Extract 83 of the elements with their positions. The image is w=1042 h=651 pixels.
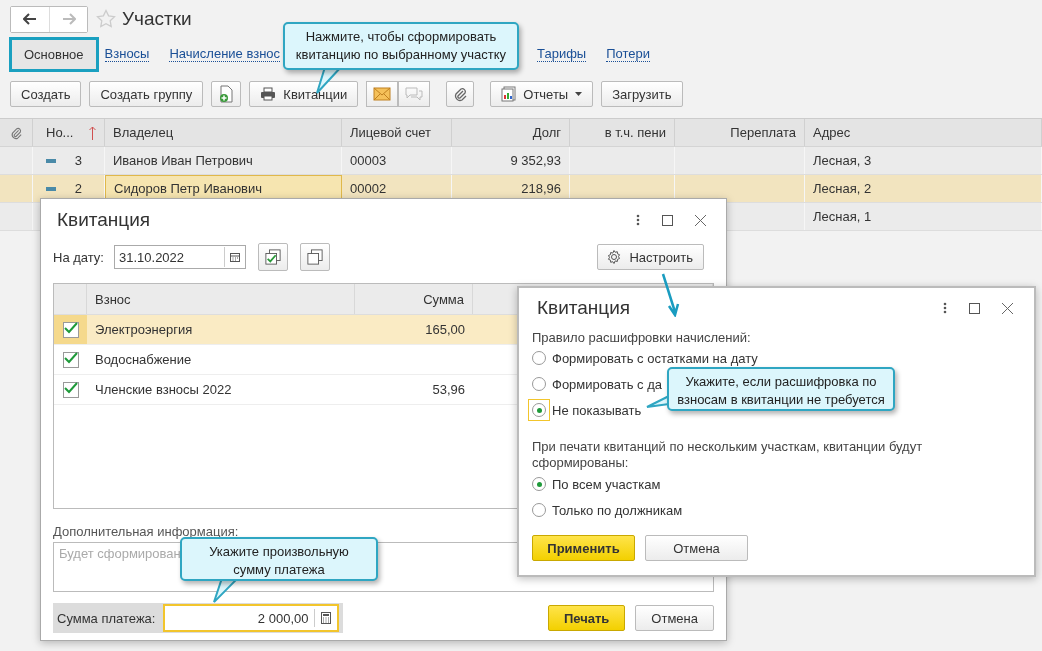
table-cell: Сидоров Петр Иванович: [114, 181, 263, 196]
table-cell: 53,96: [432, 382, 465, 397]
uncheck-all-icon[interactable]: [300, 243, 330, 271]
dialog-button[interactable]: Отмена: [645, 535, 748, 561]
table-cell: Членские взносы 2022: [95, 382, 232, 397]
check-all-icon[interactable]: [258, 243, 288, 271]
column-header[interactable]: Но...: [33, 119, 105, 146]
reports-button[interactable]: Отчеты: [490, 81, 594, 107]
pointer-arrow: [660, 273, 682, 317]
table-cell: 9 352,93: [510, 153, 561, 168]
forward-arrow-icon: [61, 13, 76, 25]
toolbar-button[interactable]: Создать: [10, 81, 82, 107]
section-tab[interactable]: Начисление взнос: [169, 46, 281, 62]
toolbar-button[interactable]: Загрузить: [601, 81, 683, 107]
report-icon: [501, 86, 517, 102]
section-tab[interactable]: Тарифы: [537, 46, 587, 62]
maximize-icon[interactable]: [662, 214, 673, 226]
table-row[interactable]: 2 Сидоров Петр Иванович 00002 218,96 Лесная, 2: [0, 175, 1042, 203]
option-label[interactable]: Только по должникам: [552, 502, 683, 518]
more-icon[interactable]: [636, 214, 640, 226]
section-tab[interactable]: Потери: [606, 46, 651, 62]
column-header[interactable]: Долг: [452, 119, 570, 146]
chat-icon[interactable]: [398, 81, 431, 107]
option-label[interactable]: По всем участкам: [552, 476, 661, 492]
table-cell: Электроэнергия: [95, 322, 193, 337]
sort-arrow-icon: [89, 125, 96, 140]
table-cell: Иванов Иван Петрович: [113, 153, 253, 168]
dialog-button[interactable]: Печать: [547, 605, 626, 631]
callout-pointer: [646, 395, 670, 409]
option-label[interactable]: Не показывать: [552, 402, 642, 418]
column-header[interactable]: Сумма: [355, 284, 473, 314]
more-icon[interactable]: [943, 302, 947, 314]
checkbox[interactable]: [62, 351, 79, 368]
dialog-button[interactable]: Применить: [532, 535, 635, 561]
table-cell: 3: [74, 153, 82, 168]
toolbar-button[interactable]: Создать группу: [89, 81, 204, 107]
table-cell: 2: [74, 181, 82, 196]
close-icon[interactable]: [695, 214, 706, 226]
back-arrow-icon: [23, 13, 37, 25]
column-header[interactable]: Адрес: [805, 119, 1042, 146]
checkbox[interactable]: [62, 381, 79, 398]
column-header[interactable]: Владелец: [105, 119, 342, 146]
gear-icon: [606, 249, 623, 265]
section-tab[interactable]: Основное: [9, 36, 99, 72]
table-cell: 218,96: [521, 181, 561, 196]
info-label: Дополнительная информация:: [53, 524, 240, 539]
date-label: На дату:: [53, 249, 104, 265]
paperclip-icon[interactable]: [446, 81, 475, 107]
callout-bubble: Укажите, если расшифровка по взносам в квитанции не требуется: [667, 367, 895, 411]
column-header[interactable]: Взнос: [87, 284, 355, 314]
dialog-button[interactable]: Отмена: [635, 605, 714, 631]
page-title: Участки: [122, 8, 192, 30]
section-tab[interactable]: Взносы: [104, 46, 150, 62]
sum-field[interactable]: 2 000,00: [163, 604, 340, 632]
configure-button[interactable]: Настроить: [597, 244, 704, 270]
paperclip-icon: [10, 125, 22, 140]
radio-button[interactable]: [528, 399, 550, 421]
maximize-icon[interactable]: [969, 302, 980, 314]
table-cell: 165,00: [425, 322, 465, 337]
group-label: При печати квитанций по нескольким участкам, квитанции будут сформированы:: [532, 439, 924, 471]
checkbox[interactable]: [62, 321, 79, 338]
row-marker-icon: [46, 158, 56, 163]
table-cell: 00003: [350, 153, 387, 168]
caret-icon: [575, 92, 583, 96]
row-marker-icon: [46, 186, 56, 191]
dialog-title: Квитанция: [57, 209, 151, 231]
printer-icon: [260, 87, 277, 101]
table-cell: Водоснабжение: [95, 352, 192, 367]
table-cell: Лесная, 3: [813, 153, 872, 168]
option-label[interactable]: Формировать с да: [552, 376, 662, 392]
table-cell: Лесная, 1: [813, 209, 872, 224]
envelope-icon[interactable]: [366, 81, 399, 107]
date-field[interactable]: 31.10.2022: [114, 245, 246, 269]
table-cell: 00002: [350, 181, 387, 196]
receipts-button[interactable]: Квитанции: [249, 81, 359, 107]
column-header[interactable]: Переплата: [675, 119, 805, 146]
star-icon[interactable]: [96, 9, 116, 29]
table-cell: Лесная, 2: [813, 181, 872, 196]
sum-label: Сумма платежа:: [57, 610, 156, 626]
add-document-icon[interactable]: [211, 81, 242, 107]
column-header[interactable]: Лицевой счет: [342, 119, 452, 146]
column-header[interactable]: в т.ч. пени: [570, 119, 675, 146]
close-icon[interactable]: [1002, 302, 1013, 314]
